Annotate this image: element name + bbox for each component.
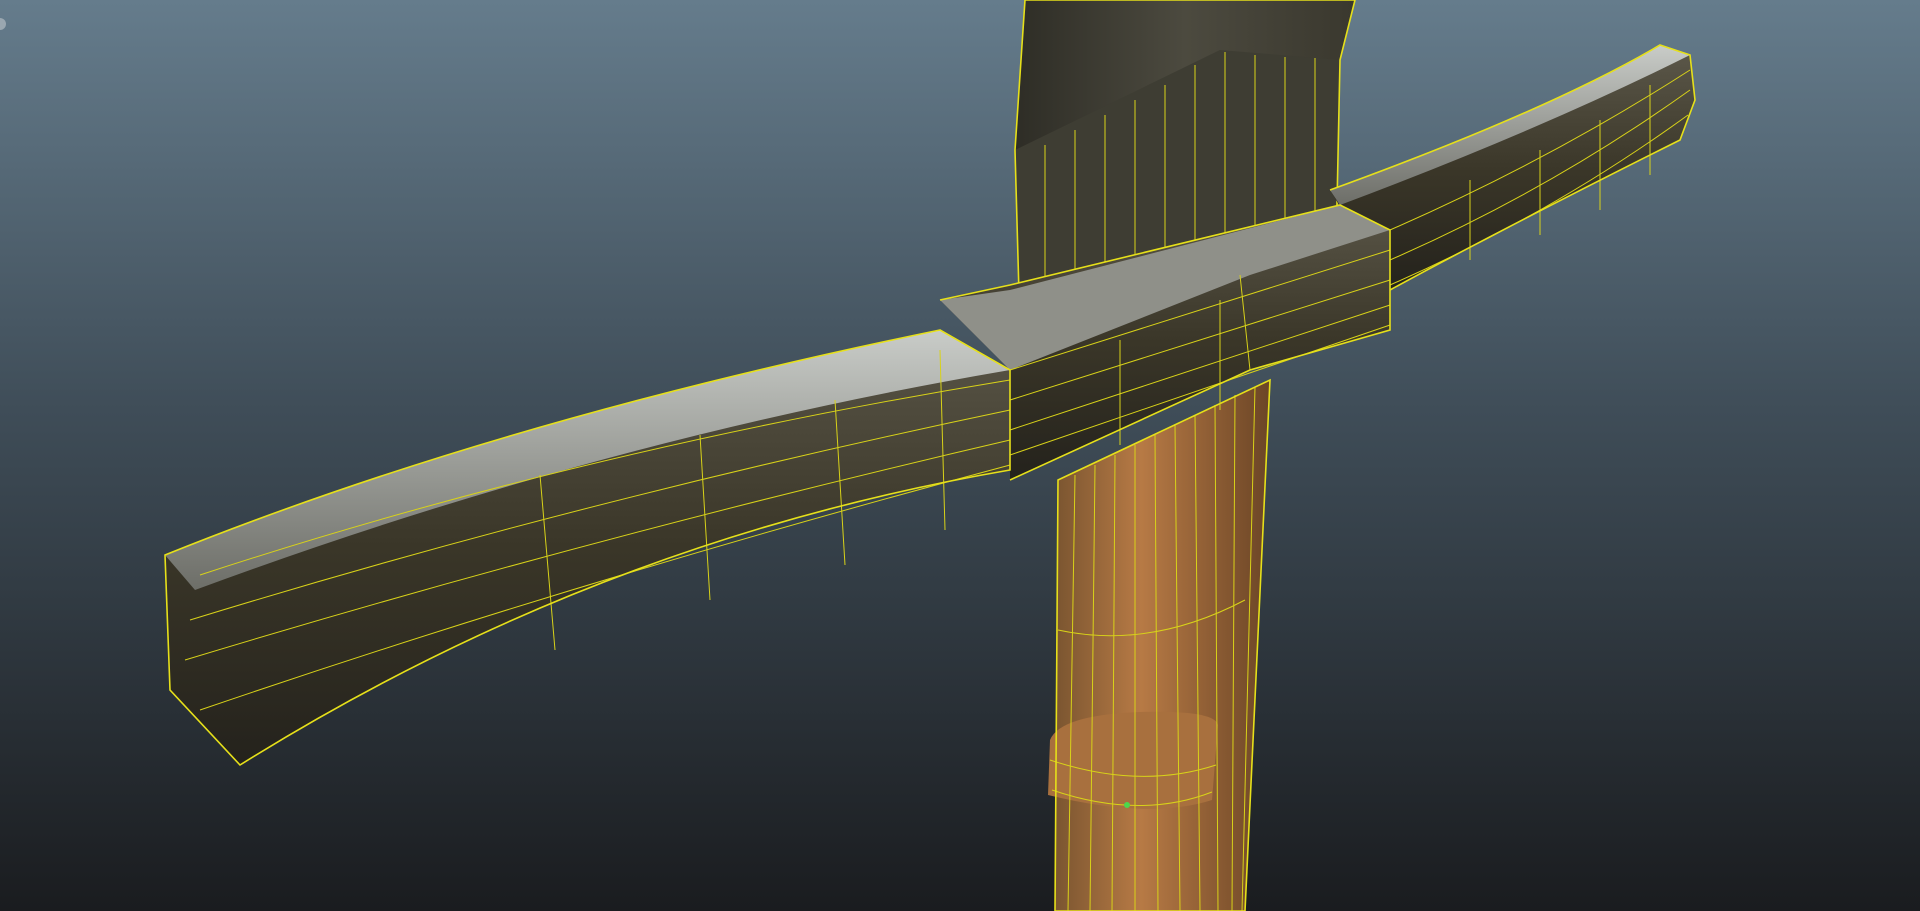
selected-vertex[interactable] — [1124, 802, 1130, 808]
viewport-canvas[interactable] — [0, 0, 1920, 911]
3d-viewport[interactable] — [0, 0, 1920, 911]
